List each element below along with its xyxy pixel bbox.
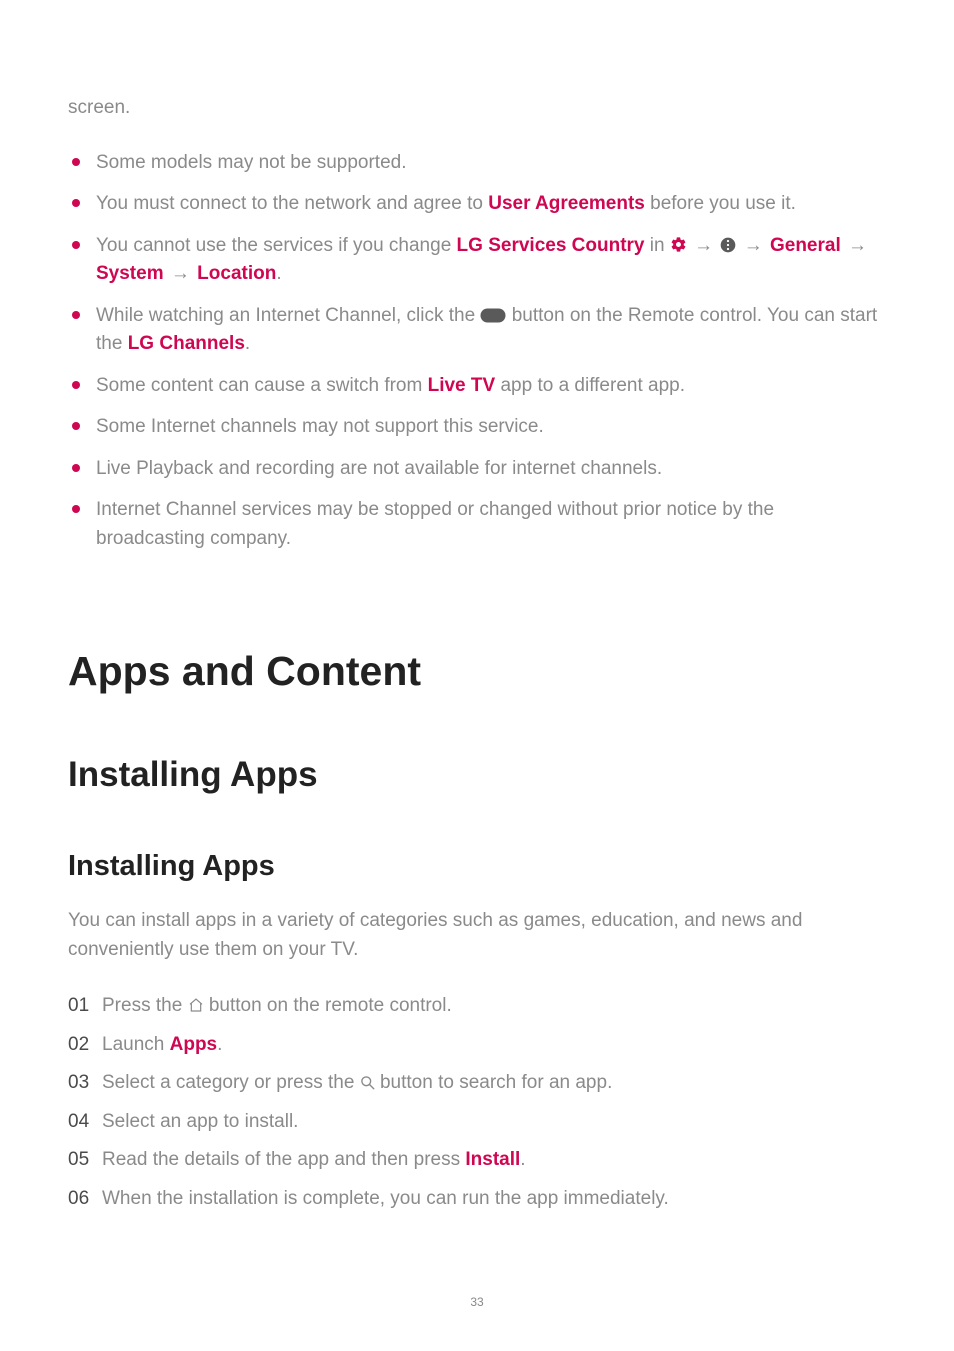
step-text: Read the details of the app and then pre… — [102, 1149, 465, 1170]
bullet-text: Some models may not be supported. — [96, 152, 407, 173]
apps-label: Apps — [170, 1034, 218, 1055]
bullet-text: Some Internet channels may not support t… — [96, 416, 544, 437]
arrow-icon: → — [848, 235, 867, 256]
step-text: Select a category or press the — [102, 1072, 360, 1093]
bullet-text: You must connect to the network and agre… — [96, 193, 488, 214]
more-dots-icon — [720, 237, 736, 253]
list-item: You must connect to the network and agre… — [68, 190, 886, 219]
list-item: While watching an Internet Channel, clic… — [68, 302, 886, 359]
step-item: 02 Launch Apps. — [68, 1031, 886, 1060]
subsub-heading: Installing Apps — [68, 850, 886, 883]
list-item: Internet Channel services may be stopped… — [68, 496, 886, 553]
step-number: 03 — [68, 1069, 89, 1098]
step-text: Launch — [102, 1034, 170, 1055]
lg-channels-label: LG Channels — [128, 333, 245, 354]
bullet-text: While watching an Internet Channel, clic… — [96, 305, 480, 326]
step-number: 05 — [68, 1146, 89, 1175]
list-item: Live Playback and recording are not avai… — [68, 455, 886, 484]
step-item: 06 When the installation is complete, yo… — [68, 1185, 886, 1214]
location-label: Location — [197, 263, 276, 284]
list-item: Some models may not be supported. — [68, 149, 886, 178]
lg-services-country-label: LG Services Country — [457, 235, 645, 256]
page-number: 33 — [0, 1295, 954, 1309]
bullet-text: Internet Channel services may be stopped… — [96, 499, 774, 549]
system-label: System — [96, 263, 164, 284]
step-item: 03 Select a category or press the button… — [68, 1069, 886, 1098]
step-text: Select an app to install. — [102, 1111, 298, 1132]
gear-icon — [670, 236, 687, 253]
bullet-text: You cannot use the services if you chang… — [96, 235, 457, 256]
section-heading: Apps and Content — [68, 648, 886, 695]
step-item: 05 Read the details of the app and then … — [68, 1146, 886, 1175]
step-text: When the installation is complete, you c… — [102, 1188, 669, 1209]
step-number: 04 — [68, 1108, 89, 1137]
home-icon — [188, 997, 204, 1013]
live-tv-label: Live TV — [428, 375, 496, 396]
step-number: 02 — [68, 1031, 89, 1060]
step-text: . — [520, 1149, 525, 1170]
lead-text: screen. — [68, 95, 886, 121]
bullet-text: . — [245, 333, 250, 354]
step-text: . — [217, 1034, 222, 1055]
step-item: 01 Press the button on the remote contro… — [68, 992, 886, 1021]
list-item: Some Internet channels may not support t… — [68, 413, 886, 442]
arrow-icon: → — [171, 263, 190, 284]
sub-heading: Installing Apps — [68, 755, 886, 795]
install-label: Install — [465, 1149, 520, 1170]
step-text: Press the — [102, 995, 188, 1016]
bullet-text: Some content can cause a switch from — [96, 375, 428, 396]
list-item: Some content can cause a switch from Liv… — [68, 372, 886, 401]
user-agreements-label: User Agreements — [488, 193, 645, 214]
steps-list: 01 Press the button on the remote contro… — [68, 992, 886, 1213]
bullet-list: Some models may not be supported. You mu… — [68, 149, 886, 554]
step-text: button on the remote control. — [204, 995, 452, 1016]
bullet-text: . — [276, 263, 281, 284]
description-text: You can install apps in a variety of cat… — [68, 907, 886, 964]
switch-icon — [480, 308, 506, 323]
search-icon — [360, 1075, 375, 1090]
step-number: 01 — [68, 992, 89, 1021]
list-item: You cannot use the services if you chang… — [68, 232, 886, 289]
bullet-text: before you use it. — [645, 193, 796, 214]
bullet-text: app to a different app. — [495, 375, 685, 396]
general-label: General — [770, 235, 841, 256]
step-number: 06 — [68, 1185, 89, 1214]
bullet-text: in — [645, 235, 670, 256]
arrow-icon: → — [744, 235, 763, 256]
step-item: 04 Select an app to install. — [68, 1108, 886, 1137]
arrow-icon: → — [694, 235, 713, 256]
step-text: button to search for an app. — [375, 1072, 613, 1093]
bullet-text: Live Playback and recording are not avai… — [96, 458, 662, 479]
